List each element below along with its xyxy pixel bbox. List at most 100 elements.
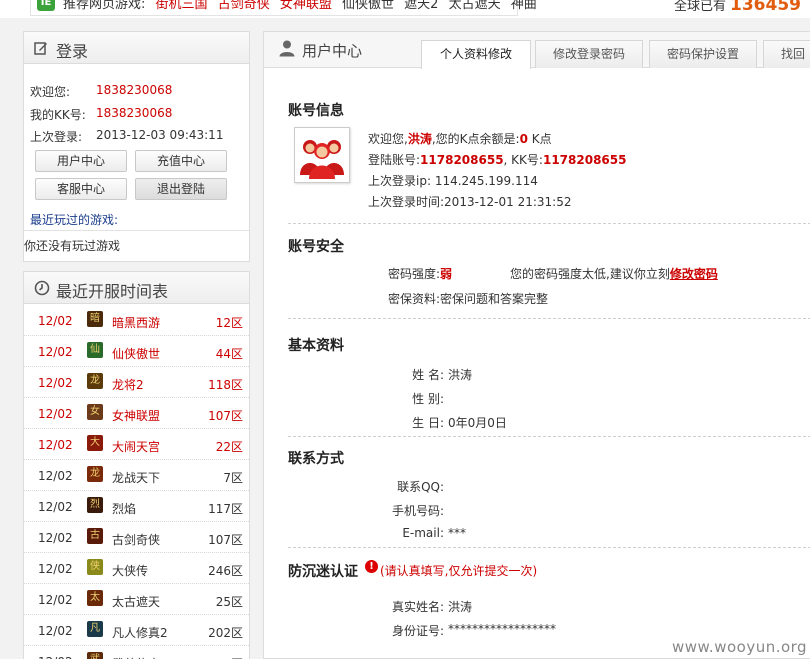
game-name-link[interactable]: 太古遮天 [112, 593, 160, 610]
game-name-link[interactable]: 仙侠傲世 [112, 345, 160, 362]
promo-game-link[interactable]: 女神联盟 [280, 0, 332, 12]
game-name-link[interactable]: 暗黑西游 [112, 314, 160, 331]
open-date: 12/02 [38, 500, 73, 514]
promo-label: 推荐网页游戏: [63, 0, 146, 12]
game-icon: 龙 [87, 466, 103, 482]
open-date: 12/02 [38, 593, 73, 607]
welcome-value: 1838230068 [96, 83, 173, 97]
name-label: 姓 名: [412, 368, 444, 382]
promo-game-link[interactable]: 仙侠傲世 [342, 0, 394, 12]
game-name-link[interactable]: 古剑奇侠 [112, 531, 160, 548]
game-icon: 侠 [87, 559, 103, 575]
password-strength-label: 密码强度: [388, 267, 441, 281]
kk-number-value: 1178208655 [542, 153, 627, 167]
schedule-row[interactable]: 12/02 古古剑奇侠 107区 [24, 522, 249, 553]
recharge-button[interactable]: 充值中心 [135, 150, 227, 172]
tab-profile[interactable]: 个人资料修改 [421, 40, 531, 69]
game-name-link[interactable]: 大侠传 [112, 562, 148, 579]
password-tip-line: 您的密码强度太低,建议你立刻修改密码 [510, 265, 718, 282]
schedule-row[interactable]: 12/02 侠大侠传 246区 [24, 553, 249, 584]
welcome-prefix: 欢迎您, [368, 132, 408, 146]
gender-label: 性 别: [412, 392, 444, 406]
tab-change-password[interactable]: 修改登录密码 [535, 40, 643, 68]
clock-icon [34, 280, 50, 296]
server-number: 107区 [208, 409, 243, 423]
protection-line: 密保资料:密保问题和答案完整 [388, 290, 548, 307]
account-value: 1178208655 [420, 153, 504, 167]
game-name-link[interactable]: 女神联盟 [112, 407, 160, 424]
last-ip-label: 上次登录ip: [368, 174, 431, 188]
server-schedule-panel: 最近开服时间表 12/02 暗暗黑西游 12区 12/02 仙仙侠傲世 44区 12/02 龙… [23, 271, 250, 659]
server-number: 117区 [208, 502, 243, 516]
account-info-title: 账号信息 [288, 103, 344, 119]
last-login-value: 2013-12-03 09:43:11 [96, 128, 224, 142]
game-icon: 女 [87, 404, 103, 420]
email-value: *** [448, 526, 466, 540]
nickname: 洪涛 [407, 132, 432, 146]
schedule-row[interactable]: 12/02 暗暗黑西游 12区 [24, 305, 249, 336]
password-strength-value: 弱 [440, 267, 453, 281]
game-name-link[interactable]: 烈焰 [112, 500, 136, 517]
divider [288, 223, 810, 224]
schedule-row[interactable]: 12/02 龙龙将2 118区 [24, 367, 249, 398]
promo-game-link[interactable]: 神曲 [511, 0, 537, 12]
promo-game-link[interactable]: 遮天2 [404, 0, 438, 12]
schedule-row[interactable]: 12/02 武 武尊传奇 58区 [24, 646, 249, 659]
id-number-label: 身份证号: [391, 624, 444, 638]
server-number: 58区 [216, 655, 243, 659]
user-icon [279, 40, 295, 57]
tab-password-protection[interactable]: 密码保护设置 [649, 40, 757, 68]
promo-game-link[interactable]: 古剑奇侠 [218, 0, 270, 12]
schedule-row[interactable]: 12/02 龙龙战天下 7区 [24, 460, 249, 491]
password-tip: 您的密码强度太低,建议你立刻 [510, 267, 670, 281]
game-icon: 武 [87, 652, 103, 659]
service-button[interactable]: 客服中心 [35, 178, 127, 200]
user-center-main: 用户中心 个人资料修改 修改登录密码 密码保护设置 找回 账号信息 欢迎您,洪涛… [263, 31, 810, 659]
schedule-row[interactable]: 12/02 大大闹天宫 22区 [24, 429, 249, 460]
recent-games-link[interactable]: 最近玩过的游戏: [30, 211, 118, 228]
divider [288, 547, 810, 548]
server-number: 107区 [208, 533, 243, 547]
last-time-line: 上次登录时间:2013-12-01 21:31:52 [368, 193, 572, 210]
server-number: 22区 [215, 440, 243, 454]
logout-button[interactable]: 退出登陆 [135, 178, 227, 200]
last-time-value: 2013-12-01 21:31:52 [444, 195, 572, 209]
k-balance-value: 0 [519, 132, 528, 146]
protection-value: 密保问题和答案完整 [440, 292, 549, 306]
recent-games-empty: 你还没有玩过游戏 [24, 239, 121, 253]
global-player-count: 全球已有 136459 [674, 0, 801, 18]
name-value: 洪涛 [448, 368, 473, 382]
schedule-row[interactable]: 12/02 仙仙侠傲世 44区 [24, 336, 249, 367]
schedule-row[interactable]: 12/02 太太古遮天 25区 [24, 584, 249, 615]
game-name-link[interactable]: 武尊传奇 [112, 655, 160, 659]
birthday-value: 0年0月0日 [448, 416, 507, 430]
server-number: 118区 [208, 378, 243, 392]
promo-game-link[interactable]: 太古遮天 [449, 0, 501, 12]
open-date: 12/02 [38, 624, 73, 638]
schedule-panel-header: 最近开服时间表 [24, 272, 249, 304]
divider [288, 318, 810, 319]
protection-label: 密保资料: [388, 292, 441, 306]
last-time-label: 上次登录时间: [368, 195, 445, 209]
password-strength-line: 密码强度:弱 [388, 265, 452, 282]
schedule-row[interactable]: 12/02 烈烈焰 117区 [24, 491, 249, 522]
watermark: www.wooyun.org [672, 638, 808, 656]
last-login-label: 上次登录: [30, 130, 83, 144]
game-name-link[interactable]: 龙将2 [112, 376, 144, 393]
welcome-line: 欢迎您,洪涛,您的K点余额是:0 K点 [368, 130, 552, 147]
game-name-link[interactable]: 大闹天宫 [112, 438, 160, 455]
kk-label: 我的KK号: [30, 108, 86, 122]
user-center-button[interactable]: 用户中心 [35, 150, 127, 172]
promo-banner: IE 推荐网页游戏: 街机三国 古剑奇侠 女神联盟 仙侠傲世 遮天2 太古遮天 … [30, 0, 537, 16]
promo-game-link[interactable]: 街机三国 [156, 0, 208, 12]
basic-info-title: 基本资料 [288, 338, 344, 354]
game-name-link[interactable]: 凡人修真2 [112, 624, 168, 641]
tab-recover[interactable]: 找回 [763, 40, 810, 68]
change-password-link[interactable]: 修改密码 [670, 267, 718, 281]
game-name-link[interactable]: 龙战天下 [112, 469, 160, 486]
schedule-row[interactable]: 12/02 女女神联盟 107区 [24, 398, 249, 429]
divider [288, 436, 810, 437]
schedule-row[interactable]: 12/02 凡凡人修真2 202区 [24, 615, 249, 646]
kk-number-label: , KK号: [503, 153, 543, 167]
realname-label: 真实姓名: [391, 600, 444, 614]
